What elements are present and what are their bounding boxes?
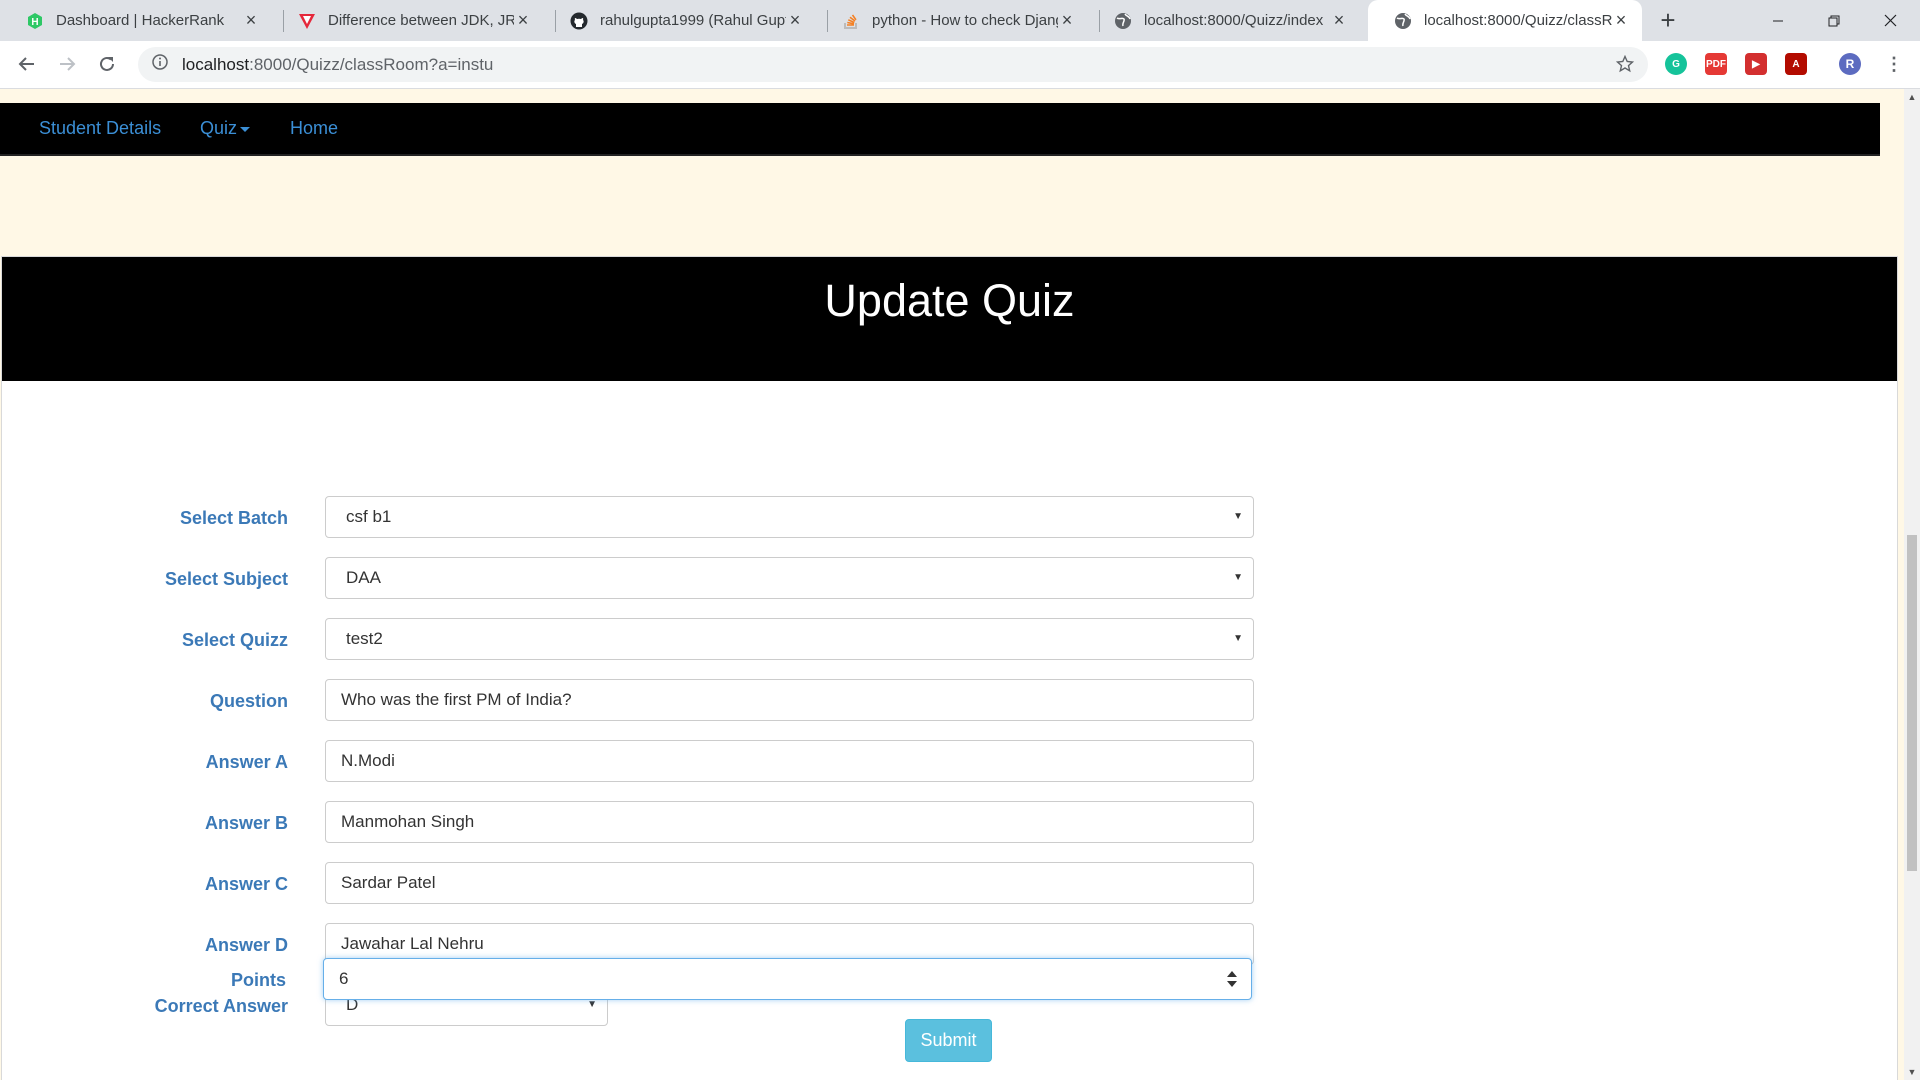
answer-c-input[interactable]: Sardar Patel <box>325 862 1254 904</box>
forward-button[interactable] <box>50 47 84 81</box>
back-button[interactable] <box>10 47 44 81</box>
address-bar[interactable]: localhost:8000/Quizz/classRoom?a=instu <box>138 47 1648 82</box>
bookmark-star-icon[interactable] <box>1615 54 1635 78</box>
scrollbar-thumb[interactable] <box>1907 535 1917 871</box>
profile-avatar[interactable]: R <box>1839 53 1861 75</box>
subject-label: Select Subject <box>164 569 288 589</box>
tab-title: localhost:8000/Quizz/classRoom <box>1424 12 1612 29</box>
nav-quiz-label: Quiz <box>200 118 238 138</box>
scroll-up-arrow-icon[interactable]: ▲ <box>1904 89 1920 105</box>
answer-a-row: Answer A N.Modi <box>2 740 1302 784</box>
menu-kebab-icon[interactable]: ⋮ <box>1883 53 1905 75</box>
close-icon[interactable]: × <box>1330 10 1348 31</box>
panel-header: Update Quiz <box>2 257 1897 381</box>
close-icon[interactable]: × <box>786 10 804 31</box>
tab-title: Dashboard | HackerRank <box>56 12 225 29</box>
points-row: Points 6 <box>0 958 1300 1002</box>
reload-button[interactable] <box>90 47 124 81</box>
batch-selected-value: csf b1 <box>346 507 392 526</box>
batch-row: Select Batch csf b1 ▼ <box>2 496 1302 540</box>
back-arrow-icon <box>18 57 34 71</box>
answer-b-row: Answer B Manmohan Singh <box>2 801 1302 845</box>
page-scrollbar[interactable]: ▲ ▼ <box>1904 89 1920 1080</box>
tab-title: python - How to check Django <box>872 12 1058 29</box>
page-viewport: Student Details Quiz Home Update Quiz Se… <box>0 89 1904 1080</box>
answer-b-label: Answer B <box>204 813 288 833</box>
quiz-row: Select Quizz test2 ▼ <box>2 618 1302 662</box>
globe-icon <box>1394 12 1412 30</box>
subject-row: Select Subject DAA ▼ <box>2 557 1302 601</box>
url-path: :8000/Quizz/classRoom?a=instu <box>249 54 494 74</box>
submit-button[interactable]: Submit <box>905 1019 992 1062</box>
javatpoint-icon <box>298 12 316 30</box>
answer-c-label: Answer C <box>204 874 288 894</box>
tab-javatpoint[interactable]: Difference between JDK, JRE × <box>272 0 544 41</box>
adobe-acrobat-icon[interactable]: A <box>1785 53 1807 75</box>
scroll-down-arrow-icon[interactable]: ▼ <box>1904 1064 1920 1080</box>
dropdown-arrow-icon: ▼ <box>1233 633 1243 644</box>
answer-a-label: Answer A <box>205 752 288 772</box>
dropdown-arrow-icon: ▼ <box>1233 511 1243 522</box>
points-input[interactable]: 6 <box>323 958 1252 1000</box>
browser-toolbar: localhost:8000/Quizz/classRoom?a=instu G… <box>0 41 1920 89</box>
tab-title: rahulgupta1999 (Rahul Gupta) <box>600 12 786 29</box>
nav-home[interactable]: Home <box>290 103 338 154</box>
forward-arrow-icon <box>60 57 76 71</box>
tab-strip: H Dashboard | HackerRank × Difference be… <box>0 0 1920 41</box>
close-icon[interactable]: × <box>242 10 260 31</box>
tab-localhost-index[interactable]: localhost:8000/Quizz/index × <box>1088 0 1360 41</box>
restore-button[interactable] <box>1806 0 1862 41</box>
answer-b-input[interactable]: Manmohan Singh <box>325 801 1254 843</box>
grammarly-icon[interactable]: G <box>1665 53 1687 75</box>
svg-text:H: H <box>31 17 38 28</box>
question-input[interactable]: Who was the first PM of India? <box>325 679 1254 721</box>
page-title: Update Quiz <box>824 274 1075 326</box>
nav-student-details[interactable]: Student Details <box>39 103 161 154</box>
github-icon <box>570 12 588 30</box>
number-spinner-icon[interactable] <box>1227 971 1237 987</box>
tab-hackerrank[interactable]: H Dashboard | HackerRank × <box>0 0 272 41</box>
question-row: Question Who was the first PM of India? <box>2 679 1302 723</box>
caret-down-icon <box>240 126 251 132</box>
info-icon[interactable] <box>152 54 168 75</box>
tab-github[interactable]: rahulgupta1999 (Rahul Gupta) × <box>544 0 816 41</box>
close-icon[interactable]: × <box>514 10 532 31</box>
subject-selected-value: DAA <box>346 568 381 587</box>
globe-icon <box>1114 12 1132 30</box>
site-navbar: Student Details Quiz Home <box>0 103 1880 156</box>
url-host: localhost <box>182 54 250 74</box>
dropdown-arrow-icon: ▼ <box>1233 572 1243 583</box>
stackoverflow-icon <box>842 12 860 30</box>
points-value: 6 <box>339 969 349 988</box>
video-icon[interactable]: ▶ <box>1745 53 1767 75</box>
batch-select[interactable]: csf b1 ▼ <box>325 496 1254 538</box>
batch-label: Select Batch <box>179 508 288 528</box>
tab-localhost-classroom[interactable]: localhost:8000/Quizz/classRoom × <box>1368 0 1642 41</box>
subject-select[interactable]: DAA ▼ <box>325 557 1254 599</box>
nav-quiz-dropdown[interactable]: Quiz <box>200 103 251 154</box>
new-tab-button[interactable]: + <box>1654 4 1682 36</box>
tab-title: Difference between JDK, JRE <box>328 12 514 29</box>
points-label: Points <box>230 970 286 990</box>
minimize-button[interactable] <box>1750 0 1806 41</box>
answer-c-row: Answer C Sardar Patel <box>2 862 1302 906</box>
url-text: localhost:8000/Quizz/classRoom?a=instu <box>182 55 493 75</box>
quiz-selected-value: test2 <box>346 629 383 648</box>
close-icon[interactable]: × <box>1612 10 1630 31</box>
answer-a-input[interactable]: N.Modi <box>325 740 1254 782</box>
question-label: Question <box>209 691 288 711</box>
window-close-button[interactable] <box>1862 0 1918 41</box>
pdf-icon[interactable]: PDF <box>1705 53 1727 75</box>
quiz-label: Select Quizz <box>181 630 288 650</box>
update-quiz-panel: Update Quiz Select Batch csf b1 ▼ Select… <box>1 256 1898 1080</box>
close-icon[interactable]: × <box>1058 10 1076 31</box>
tab-title: localhost:8000/Quizz/index <box>1144 12 1324 29</box>
hackerrank-icon: H <box>26 12 44 30</box>
tab-stackoverflow[interactable]: python - How to check Django × <box>816 0 1088 41</box>
reload-icon <box>100 56 114 71</box>
quiz-select[interactable]: test2 ▼ <box>325 618 1254 660</box>
